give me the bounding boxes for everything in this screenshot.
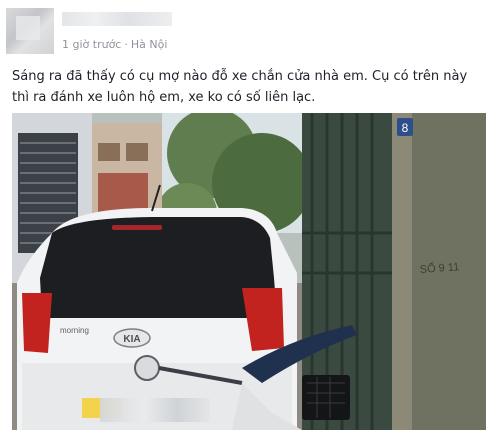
post-time[interactable]: 1 giờ trước [62,38,121,51]
author-name-redacted[interactable] [62,12,172,26]
post-location[interactable]: Hà Nội [131,38,168,51]
kia-badge: KIA [123,334,140,345]
post-header: 1 giờ trước · Hà Nội [0,0,491,60]
meta-separator: · [124,38,128,51]
facebook-post: 1 giờ trước · Hà Nội Sáng ra đã thấy có cụ… [0,0,491,430]
plate-redacted [100,398,210,422]
post-meta: 1 giờ trước · Hà Nội [62,38,167,51]
post-text: Sáng ra đã thấy có cụ mợ nào đỗ xe chắn … [12,69,468,105]
avatar[interactable] [6,8,54,54]
photo-scene: 8 SỐ 9 11 KIA morning [12,113,486,430]
post-photo[interactable]: 8 SỐ 9 11 KIA morning [12,113,486,430]
house-number-plate: 8 [402,121,409,135]
car-model-label: morning [60,326,89,335]
